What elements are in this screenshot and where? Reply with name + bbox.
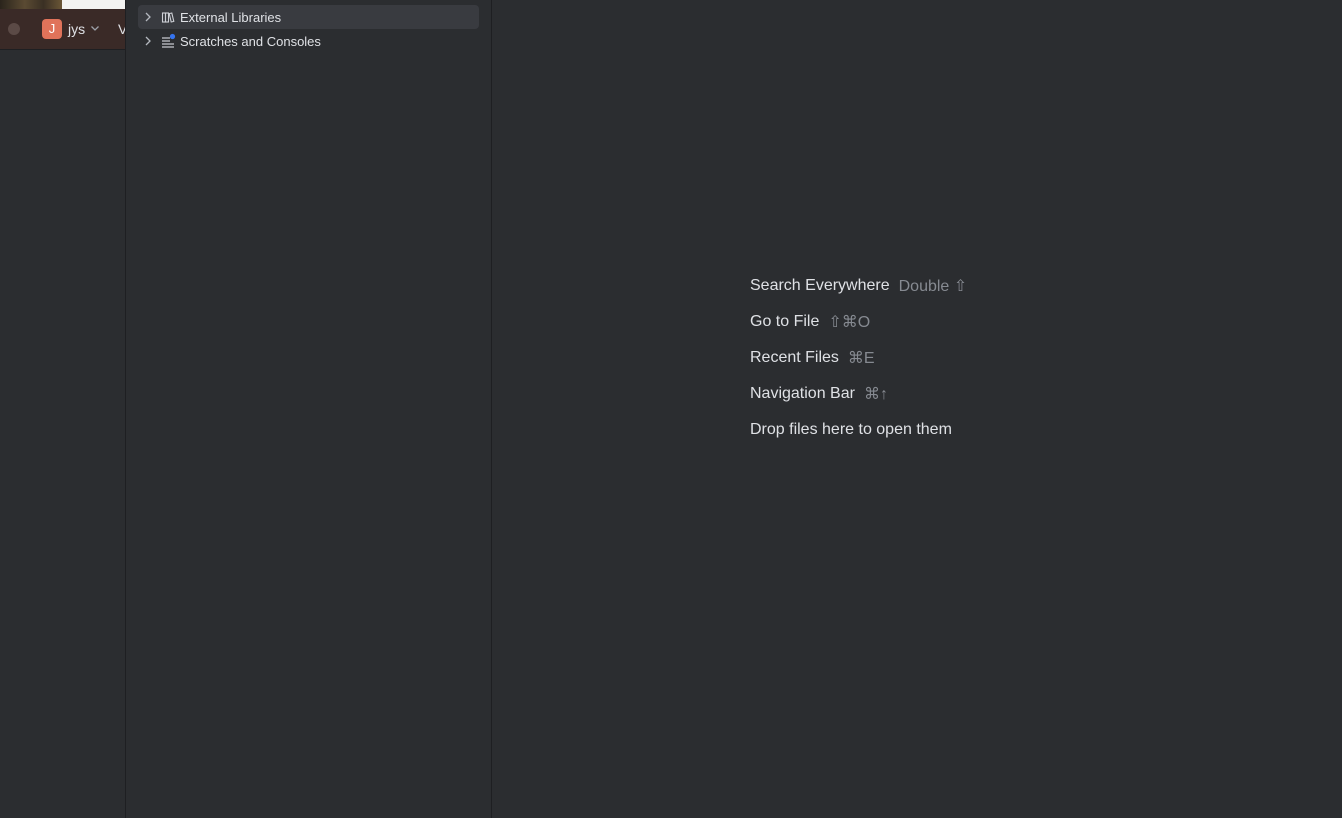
hint-label: Search Everywhere: [750, 277, 890, 294]
hint-label: Navigation Bar: [750, 385, 855, 402]
project-tool-window: External Libraries Scratches and Console…: [126, 0, 491, 818]
tree-item-external-libraries[interactable]: External Libraries: [138, 5, 479, 29]
hint-search-everywhere: Search Everywhere Double ⇧: [750, 268, 967, 304]
hint-label: Go to File: [750, 313, 820, 330]
empty-state-hints: Search Everywhere Double ⇧ Go to File ⇧⌘…: [750, 268, 967, 448]
chevron-right-icon[interactable]: [140, 9, 156, 25]
chevron-down-icon[interactable]: [90, 21, 100, 35]
hint-label: Recent Files: [750, 349, 839, 366]
hint-shortcut: ⌘↑: [863, 386, 888, 403]
scratches-icon: [160, 33, 176, 49]
thumbnail-blank: [62, 0, 126, 9]
hint-shortcut: Double ⇧: [898, 278, 968, 295]
project-badge-icon[interactable]: J: [42, 19, 62, 39]
window-control-dot[interactable]: [8, 23, 20, 35]
tree-item-scratches-and-consoles[interactable]: Scratches and Consoles: [138, 29, 479, 53]
tree-item-label: Scratches and Consoles: [180, 33, 321, 49]
hint-recent-files: Recent Files ⌘E: [750, 340, 967, 376]
hint-go-to-file: Go to File ⇧⌘O: [750, 304, 967, 340]
ide-window: J jys V External Libraries Scratches and…: [0, 0, 1342, 818]
hint-navigation-bar: Navigation Bar ⌘↑: [750, 376, 967, 412]
editor-empty-area[interactable]: Search Everywhere Double ⇧ Go to File ⇧⌘…: [492, 0, 1342, 818]
hint-shortcut: ⌘E: [847, 350, 875, 367]
thumbnail-image: [0, 0, 62, 9]
background-window-toolbar: J jys V: [0, 9, 126, 50]
chevron-right-icon[interactable]: [140, 33, 156, 49]
hint-label: Drop files here to open them: [750, 421, 952, 438]
hint-shortcut: ⇧⌘O: [828, 314, 871, 331]
background-thumbnail-strip: [0, 0, 126, 9]
tree-item-label: External Libraries: [180, 9, 282, 25]
background-window-strip: J jys V: [0, 0, 126, 818]
library-icon: [160, 9, 176, 25]
project-name[interactable]: jys: [68, 21, 85, 37]
hint-drop-files: Drop files here to open them: [750, 412, 967, 448]
